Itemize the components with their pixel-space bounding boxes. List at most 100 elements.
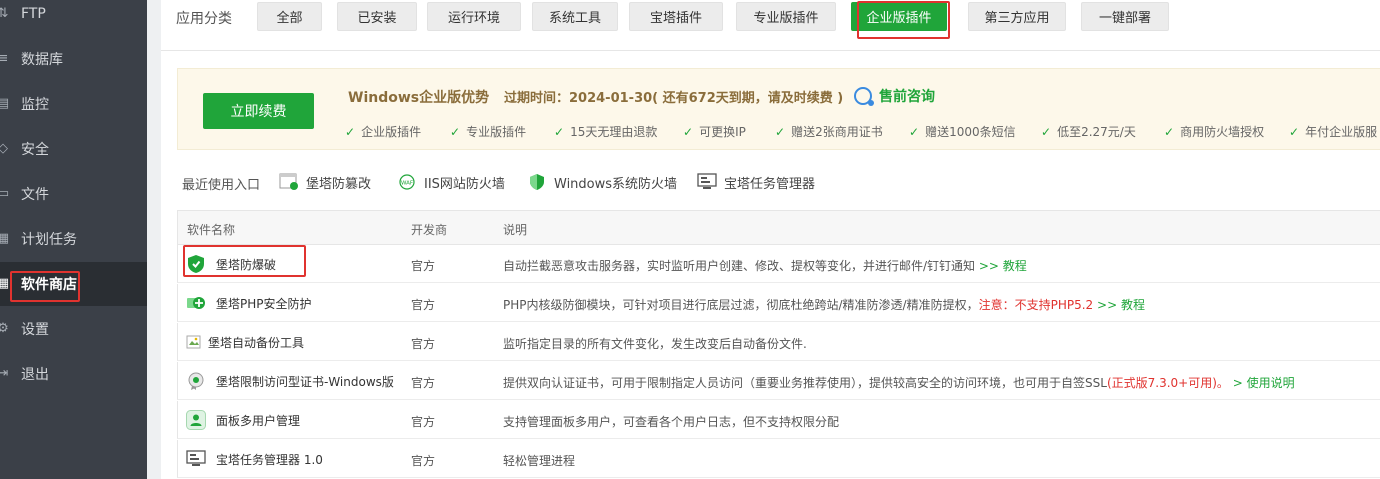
sidebar-item-label: 软件商店 bbox=[21, 277, 77, 293]
divider bbox=[161, 50, 1380, 51]
plugin-dev: 官方 bbox=[411, 415, 436, 429]
check-icon: ✓ bbox=[1164, 125, 1175, 139]
category-one-click-deploy[interactable]: 一键部署 bbox=[1081, 2, 1169, 31]
plugin-name[interactable]: 堡塔PHP安全防护 bbox=[186, 293, 312, 313]
sidebar-item-monitor[interactable]: ▤ 监控 bbox=[0, 82, 147, 126]
schedule-icon: ▦ bbox=[0, 231, 10, 246]
banner-title: Windows企业版优势 bbox=[348, 90, 490, 106]
check-icon: ✓ bbox=[683, 125, 694, 139]
category-runtime[interactable]: 运行环境 bbox=[427, 2, 521, 31]
monitor-icon: ▤ bbox=[0, 96, 10, 111]
category-system-tools[interactable]: 系统工具 bbox=[532, 2, 618, 31]
plugin-name[interactable]: 堡塔限制访问型证书-Windows版 bbox=[186, 371, 394, 391]
check-icon: ✓ bbox=[775, 125, 786, 139]
gear-icon: ⚙ bbox=[0, 321, 9, 336]
plugin-desc: 监听指定目录的所有文件变化，发生改变后自动备份文件. bbox=[503, 337, 807, 351]
plugin-desc: 支持管理面板多用户，可查看各个用户日志，但不支持权限分配 bbox=[503, 415, 840, 429]
broken-image-icon bbox=[186, 332, 202, 352]
tutorial-link[interactable]: >> 教程 bbox=[979, 259, 1027, 273]
category-pro-plugins[interactable]: 专业版插件 bbox=[736, 2, 836, 31]
task-manager-icon bbox=[697, 173, 717, 191]
sidebar-item-store[interactable]: ▦ 软件商店 bbox=[0, 262, 147, 306]
plugin-name[interactable]: 面板多用户管理 bbox=[186, 410, 300, 430]
category-third-party[interactable]: 第三方应用 bbox=[968, 2, 1066, 31]
consult-label: 售前咨询 bbox=[879, 89, 935, 105]
tutorial-link[interactable]: >> 教程 bbox=[1097, 298, 1145, 312]
plugin-dev: 官方 bbox=[411, 376, 436, 390]
perk-item: ✓ 企业版插件 bbox=[345, 125, 422, 139]
plugin-dev: 官方 bbox=[411, 454, 436, 468]
php-security-icon bbox=[186, 293, 206, 313]
check-icon: ✓ bbox=[450, 125, 461, 139]
sidebar-item-label: 计划任务 bbox=[21, 232, 77, 248]
plugin-name[interactable]: 宝塔任务管理器 1.0 bbox=[186, 449, 323, 469]
recent-entries-label: 最近使用入口 bbox=[182, 178, 261, 193]
perk-item: ✓ 专业版插件 bbox=[450, 125, 527, 139]
sidebar-item-label: 文件 bbox=[21, 187, 49, 203]
col-header-name: 软件名称 bbox=[187, 223, 236, 237]
sidebar-item-ftp[interactable]: ⇅ FTP bbox=[0, 0, 147, 36]
table-row[interactable]: 宝塔任务管理器 1.0 官方 轻松管理进程 bbox=[177, 440, 1380, 478]
plugin-name[interactable]: 堡塔防爆破 bbox=[186, 254, 276, 274]
plugin-desc: 自动拦截恶意攻击服务器，实时监听用户创建、修改、提权等变化，并进行邮件/钉钉通知… bbox=[503, 259, 1027, 273]
plugin-name[interactable]: 堡塔自动备份工具 bbox=[186, 332, 304, 352]
category-enterprise-plugins[interactable]: 企业版插件 bbox=[851, 2, 947, 31]
ftp-icon: ⇅ bbox=[0, 6, 9, 21]
database-icon: ≡ bbox=[0, 51, 9, 66]
perk-item: ✓ 可更换IP bbox=[683, 125, 746, 139]
table-row[interactable]: 堡塔防爆破 官方 自动拦截恶意攻击服务器，实时监听用户创建、修改、提权等变化，并… bbox=[177, 245, 1380, 283]
sidebar: ⇅ FTP ≡ 数据库 ▤ 监控 ◇ 安全 ▭ 文件 ▦ 计划任务 ▦ 软件商店… bbox=[0, 0, 147, 479]
recent-tamper-proof[interactable]: 堡塔防篡改 bbox=[279, 171, 371, 193]
svg-text:WAF: WAF bbox=[401, 181, 413, 187]
category-label: 应用分类 bbox=[176, 11, 232, 27]
warning-text: 注意：不支持PHP5.2 bbox=[978, 298, 1094, 312]
renew-button[interactable]: 立即续费 bbox=[203, 93, 314, 129]
task-manager-icon bbox=[186, 449, 206, 469]
plugin-desc: PHP内核级防御模块，可针对项目进行底层过滤，彻底杜绝跨站/精准防渗透/精准防提… bbox=[503, 298, 1145, 312]
sidebar-item-label: 数据库 bbox=[21, 52, 63, 68]
sidebar-item-files[interactable]: ▭ 文件 bbox=[0, 172, 147, 216]
presales-consult-link[interactable]: 售前咨询 bbox=[854, 86, 935, 106]
recent-windows-firewall[interactable]: Windows系统防火墙 bbox=[527, 171, 677, 193]
store-icon: ▦ bbox=[0, 276, 10, 291]
category-bt-plugins[interactable]: 宝塔插件 bbox=[629, 2, 723, 31]
plugin-dev: 官方 bbox=[411, 298, 436, 312]
certificate-icon bbox=[186, 371, 206, 391]
waf-icon: WAF bbox=[397, 173, 417, 191]
chat-icon bbox=[854, 87, 874, 106]
sidebar-item-settings[interactable]: ⚙ 设置 bbox=[0, 307, 147, 351]
check-icon: ✓ bbox=[1041, 125, 1052, 139]
anti-brute-force-icon bbox=[186, 254, 206, 274]
users-icon bbox=[186, 410, 206, 430]
expire-text: 过期时间：2024-01-30( 还有672天到期，请及时续费 ) bbox=[504, 91, 844, 106]
table-row[interactable]: 面板多用户管理 官方 支持管理面板多用户，可查看各个用户日志，但不支持权限分配 bbox=[177, 401, 1380, 439]
check-icon: ✓ bbox=[909, 125, 920, 139]
sidebar-item-label: FTP bbox=[21, 6, 46, 22]
security-icon: ◇ bbox=[0, 141, 8, 156]
sidebar-item-schedule[interactable]: ▦ 计划任务 bbox=[0, 217, 147, 261]
plugin-dev: 官方 bbox=[411, 259, 436, 273]
sidebar-item-security[interactable]: ◇ 安全 bbox=[0, 127, 147, 171]
perk-item: ✓ 15天无理由退款 bbox=[554, 125, 658, 139]
table-header: 软件名称 开发商 说明 bbox=[177, 210, 1380, 245]
perk-item: ✓ 低至2.27元/天 bbox=[1041, 125, 1136, 139]
recent-task-manager[interactable]: 宝塔任务管理器 bbox=[697, 171, 815, 193]
sidebar-item-logout[interactable]: ⇥ 退出 bbox=[0, 352, 147, 396]
gutter bbox=[147, 0, 161, 479]
main-content: 应用分类 全部 已安装 运行环境 系统工具 宝塔插件 专业版插件 企业版插件 第… bbox=[161, 0, 1380, 479]
category-installed[interactable]: 已安装 bbox=[337, 2, 417, 31]
table-row[interactable]: 堡塔自动备份工具 官方 监听指定目录的所有文件变化，发生改变后自动备份文件. bbox=[177, 323, 1380, 361]
table-row[interactable]: 堡塔限制访问型证书-Windows版 官方 提供双向认证证书，可用于限制指定人员… bbox=[177, 362, 1380, 400]
warning-text: (正式版7.3.0+可用)。 bbox=[1106, 376, 1229, 390]
sidebar-item-database[interactable]: ≡ 数据库 bbox=[0, 37, 147, 81]
col-header-dev: 开发商 bbox=[411, 223, 448, 237]
perk-item: ✓ 年付企业版服 bbox=[1289, 125, 1378, 139]
check-icon: ✓ bbox=[554, 125, 565, 139]
table-row[interactable]: 堡塔PHP安全防护 官方 PHP内核级防御模块，可针对项目进行底层过滤，彻底杜绝… bbox=[177, 284, 1380, 322]
sidebar-item-label: 安全 bbox=[21, 142, 49, 158]
recent-iis-waf[interactable]: WAF IIS网站防火墙 bbox=[397, 171, 505, 193]
sidebar-item-label: 监控 bbox=[21, 97, 49, 113]
plugin-desc: 轻松管理进程 bbox=[503, 454, 576, 468]
usage-link[interactable]: > 使用说明 bbox=[1233, 376, 1295, 390]
category-all[interactable]: 全部 bbox=[257, 2, 322, 31]
